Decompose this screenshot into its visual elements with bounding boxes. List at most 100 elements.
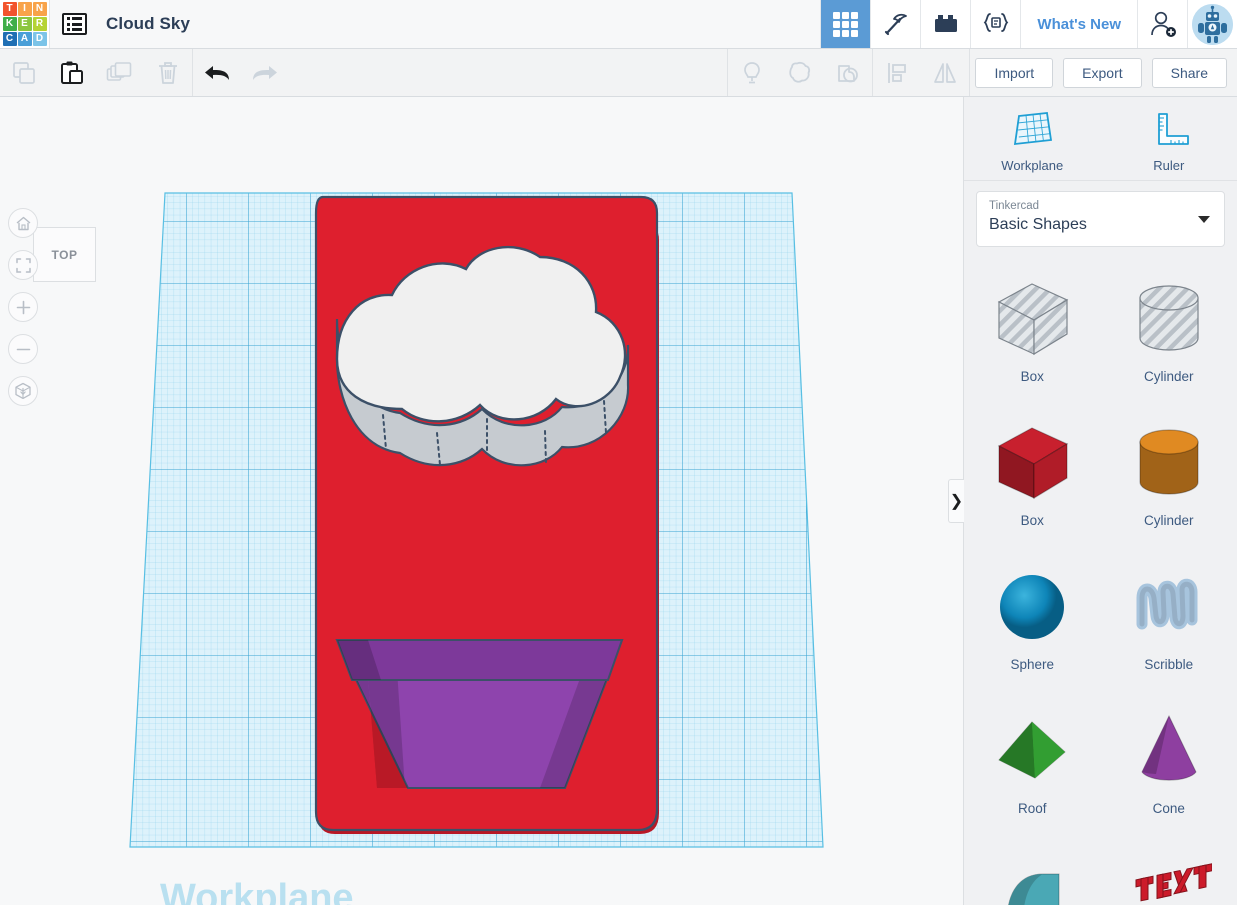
codeblocks-button[interactable]: [870, 0, 921, 48]
toolbar-divider: [969, 49, 971, 96]
minus-icon: [16, 348, 30, 350]
home-view-button[interactable]: [8, 208, 38, 238]
group-button[interactable]: [776, 49, 824, 96]
shape-cylinder-solid[interactable]: Cylinder: [1101, 405, 1237, 545]
view-orientation-cube[interactable]: TOP: [33, 227, 96, 282]
cube-projection-icon: [15, 382, 31, 400]
design-grid-button[interactable]: [820, 0, 871, 48]
sphere-thumbnail-icon: [989, 559, 1075, 655]
panel-tool-tabs: Workplane Ruler: [964, 97, 1237, 181]
align-button[interactable]: [873, 49, 921, 96]
code-braces-icon: [983, 13, 1009, 32]
box-thumbnail-icon: [989, 271, 1075, 367]
ruler-tool[interactable]: Ruler: [1101, 97, 1237, 180]
scribble-thumbnail-icon: [1126, 559, 1212, 655]
home-icon: [16, 216, 30, 230]
cylinder-thumbnail-icon: [1126, 415, 1212, 511]
fit-to-view-button[interactable]: [8, 250, 38, 280]
shape-label: Box: [1020, 513, 1044, 528]
roundroof-thumbnail-icon: [989, 847, 1075, 905]
perspective-toggle-button[interactable]: [8, 376, 38, 406]
roof-thumbnail-icon: [989, 703, 1075, 799]
shape-label: Sphere: [1010, 657, 1055, 672]
page-title[interactable]: Cloud Sky: [98, 0, 190, 48]
trash-icon: [159, 61, 177, 84]
shapes-grid: Box Cylinder Box Cylinder Sphere Scribbl…: [964, 261, 1237, 905]
shape-cylinder-hole[interactable]: Cylinder: [1101, 261, 1237, 401]
share-button[interactable]: Share: [1151, 57, 1227, 88]
shape-sphere[interactable]: Sphere: [964, 549, 1101, 689]
shape-label: Scribble: [1144, 657, 1194, 672]
delete-button[interactable]: [144, 49, 192, 96]
mirror-flip-icon: [934, 62, 957, 83]
shape-label: Roof: [1017, 801, 1047, 816]
undo-arrow-icon: [205, 65, 229, 80]
undo-button[interactable]: [193, 49, 241, 96]
redo-button[interactable]: [241, 49, 289, 96]
3d-viewport[interactable]: Workplane TOP: [0, 97, 963, 905]
paste-button[interactable]: [48, 49, 96, 96]
duplicate-icon: [106, 61, 132, 81]
shape-box-hole[interactable]: Box: [964, 261, 1101, 401]
logo-grid: TIN KER CAD: [2, 2, 47, 46]
user-avatar-button[interactable]: [1187, 0, 1237, 48]
shape-label: Cylinder: [1143, 369, 1194, 384]
copy-button[interactable]: [0, 49, 48, 96]
mirror-button[interactable]: [921, 49, 969, 96]
zoom-in-button[interactable]: [8, 292, 38, 322]
grid-icon: [833, 11, 859, 37]
shape-label: Box: [1020, 369, 1044, 384]
project-menu-button[interactable]: [50, 0, 98, 48]
chevron-right-icon: ❯: [949, 493, 964, 510]
logo-cell-k: K: [2, 17, 17, 31]
edit-toolbar: Import Export Share: [0, 49, 1237, 97]
shape-library-select[interactable]: Tinkercad Basic Shapes: [976, 191, 1225, 247]
tinkercad-app: TINKERCAD Cloud Sky What's New Import Ex…: [0, 0, 1237, 905]
shape-box-solid[interactable]: Box: [964, 405, 1101, 545]
chevron-down-icon: [1198, 216, 1210, 223]
logo-cell-t: T: [2, 2, 17, 16]
logo-cell-c: C: [2, 32, 17, 46]
plus-icon: [16, 300, 30, 314]
tinkercad-logo[interactable]: TIN KER CAD: [0, 0, 50, 48]
logo-cell-i: I: [17, 2, 32, 16]
shapes-panel: Workplane Ruler Tinkercad Basic Shapes B…: [963, 97, 1237, 905]
blocks-button[interactable]: [920, 0, 971, 48]
text-thumbnail-icon: [1126, 847, 1212, 905]
logo-cell-r: R: [32, 17, 47, 31]
redo-arrow-icon: [253, 65, 277, 80]
group-shapes-icon: [789, 61, 811, 83]
duplicate-button[interactable]: [96, 49, 144, 96]
shape-scribble[interactable]: Scribble: [1101, 549, 1237, 689]
export-button[interactable]: Export: [1063, 57, 1142, 88]
ruler-icon: [1157, 113, 1189, 145]
copy-icon: [13, 61, 35, 84]
shape-roof[interactable]: Roof: [964, 693, 1101, 833]
add-person-icon: [1150, 11, 1176, 37]
collapse-panel-button[interactable]: ❯: [948, 479, 964, 523]
ungroup-button[interactable]: [824, 49, 872, 96]
document-list-icon: [61, 13, 87, 35]
zoom-out-button[interactable]: [8, 334, 38, 364]
logo-cell-d: D: [32, 32, 47, 46]
workplane-tool[interactable]: Workplane: [964, 97, 1101, 180]
paste-icon: [61, 61, 83, 84]
shape-cone[interactable]: Cone: [1101, 693, 1237, 833]
shape-label: Cone: [1152, 801, 1185, 816]
shape-text[interactable]: [1101, 837, 1237, 905]
code-button[interactable]: [970, 0, 1021, 48]
invite-people-button[interactable]: [1137, 0, 1187, 48]
import-button[interactable]: Import: [975, 57, 1054, 88]
align-icon: [888, 62, 907, 83]
box-thumbnail-icon: [989, 415, 1075, 511]
cylinder-thumbnail-icon: [1126, 271, 1212, 367]
whats-new-link[interactable]: What's New: [1020, 0, 1137, 48]
library-provider-label: Tinkercad: [989, 200, 1040, 212]
hint-button[interactable]: [728, 49, 776, 96]
workplane-grid: [129, 192, 824, 848]
header-spacer: [190, 0, 820, 48]
ruler-tool-label: Ruler: [1153, 158, 1185, 173]
library-collection-label: Basic Shapes: [989, 215, 1087, 233]
shape-round-roof[interactable]: [964, 837, 1101, 905]
ungroup-shapes-icon: [838, 64, 859, 82]
